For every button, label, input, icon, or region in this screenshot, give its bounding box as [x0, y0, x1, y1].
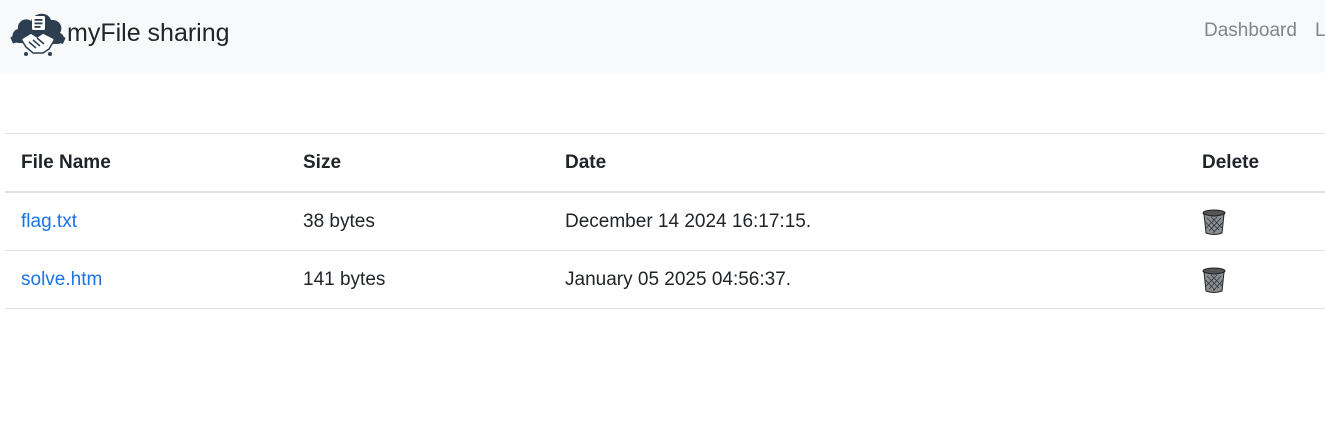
nav-link-truncated[interactable]: L	[1315, 20, 1325, 42]
header-date: Date	[549, 133, 1186, 193]
table-row: solve.htm 141 bytes January 05 2025 04:5…	[5, 250, 1325, 309]
trash-can-icon[interactable]	[1202, 209, 1226, 235]
cloud-handshake-icon	[10, 13, 66, 56]
brand-link[interactable]: myFile sharing	[9, 9, 230, 57]
file-name-cell: flag.txt	[5, 192, 287, 251]
file-name-cell: solve.htm	[5, 250, 287, 309]
files-table: File Name Size Date Delete flag.txt 38 b…	[5, 133, 1325, 309]
table-header-row: File Name Size Date Delete	[5, 133, 1325, 193]
brand-title: myFile sharing	[67, 18, 230, 47]
file-size: 141 bytes	[287, 250, 549, 309]
trash-can-icon[interactable]	[1202, 267, 1226, 293]
header-delete: Delete	[1186, 133, 1325, 193]
file-link[interactable]: flag.txt	[21, 211, 77, 232]
delete-cell	[1186, 192, 1325, 251]
nav-link-dashboard[interactable]: Dashboard	[1204, 20, 1297, 42]
file-date: December 14 2024 16:17:15.	[549, 192, 1186, 251]
file-date: January 05 2025 04:56:37.	[549, 250, 1186, 309]
top-navbar: myFile sharing Dashboard L	[0, 0, 1325, 73]
delete-cell	[1186, 250, 1325, 309]
header-file-name: File Name	[5, 133, 287, 193]
file-link[interactable]: solve.htm	[21, 269, 102, 290]
file-size: 38 bytes	[287, 192, 549, 251]
nav-links: Dashboard L	[1204, 20, 1325, 42]
table-row: flag.txt 38 bytes December 14 2024 16:17…	[5, 192, 1325, 251]
header-size: Size	[287, 133, 549, 193]
